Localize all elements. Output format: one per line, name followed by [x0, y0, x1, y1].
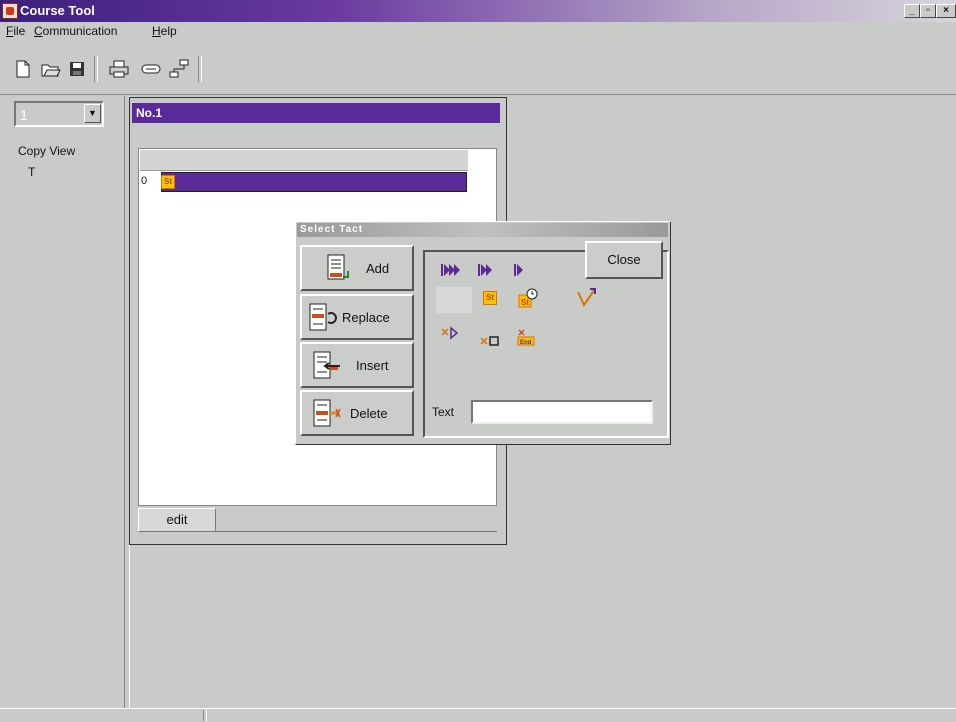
- add-button[interactable]: Add: [300, 245, 414, 291]
- check-arrow-icon[interactable]: [576, 286, 598, 308]
- delete-step-icon: [313, 399, 341, 427]
- step-row-number: 0: [141, 175, 148, 187]
- toolbar-separator: [94, 56, 98, 82]
- start-timer-icon[interactable]: St: [517, 287, 539, 309]
- open-folder-icon[interactable]: [40, 58, 62, 80]
- toolbar-separator: [198, 56, 202, 82]
- menu-communication[interactable]: Communication: [34, 24, 117, 38]
- fast-forward-double-icon[interactable]: [475, 259, 497, 281]
- print-icon[interactable]: [108, 58, 130, 80]
- start-step-icon: St: [161, 175, 175, 189]
- menu-help[interactable]: Help: [152, 24, 177, 38]
- menu-file[interactable]: File: [6, 24, 25, 38]
- svg-text:End: End: [520, 340, 532, 346]
- palette-selected-cell[interactable]: [436, 287, 472, 313]
- fast-forward-triple-icon[interactable]: [440, 259, 462, 281]
- replace-label: Replace: [342, 310, 390, 325]
- tree-item-t[interactable]: T: [28, 165, 35, 179]
- chevron-down-icon[interactable]: ▼: [84, 104, 101, 123]
- tab-strip: [216, 508, 497, 532]
- close-button[interactable]: Close: [585, 241, 663, 279]
- network-icon[interactable]: [168, 58, 190, 80]
- close-window-button[interactable]: ×: [936, 4, 956, 18]
- add-label: Add: [366, 261, 390, 276]
- app-icon[interactable]: [2, 3, 18, 19]
- step-row-selected[interactable]: [161, 172, 467, 192]
- status-bar: [0, 708, 956, 722]
- copy-view-label: Copy View: [18, 144, 76, 158]
- svg-text:St: St: [521, 298, 529, 307]
- new-document-icon[interactable]: [12, 58, 34, 80]
- delete-button[interactable]: Delete: [300, 390, 414, 436]
- text-input[interactable]: [471, 400, 653, 424]
- dialog-title: Select Tact: [297, 223, 668, 237]
- start-step-palette-icon[interactable]: St: [483, 291, 497, 305]
- menu-bar: [0, 22, 956, 42]
- insert-step-icon: [313, 351, 340, 379]
- delete-label: Delete: [350, 406, 388, 421]
- add-step-icon: [327, 254, 349, 280]
- play-single-icon[interactable]: [509, 259, 531, 281]
- document-title: No.1: [132, 103, 500, 123]
- course-number-value: 1: [20, 107, 28, 123]
- connector-icon[interactable]: [140, 58, 162, 80]
- left-pane: [10, 96, 122, 706]
- step-list-header: [140, 150, 468, 171]
- replace-step-icon: [309, 303, 337, 331]
- cancel-stop-icon[interactable]: [479, 331, 501, 353]
- save-disk-icon[interactable]: [66, 58, 88, 80]
- replace-button[interactable]: Replace: [300, 294, 414, 340]
- cancel-play-icon[interactable]: [440, 322, 462, 344]
- text-label: Text: [432, 405, 455, 419]
- insert-button[interactable]: Insert: [300, 342, 414, 388]
- status-separator: [203, 710, 207, 721]
- window-title: Course Tool: [20, 3, 95, 18]
- maximize-button[interactable]: ▫: [920, 4, 936, 18]
- cancel-end-icon[interactable]: End: [515, 327, 537, 349]
- title-bar: [0, 0, 956, 22]
- minimize-button[interactable]: _: [904, 4, 920, 18]
- tab-edit[interactable]: edit: [138, 508, 216, 532]
- insert-label: Insert: [356, 358, 389, 373]
